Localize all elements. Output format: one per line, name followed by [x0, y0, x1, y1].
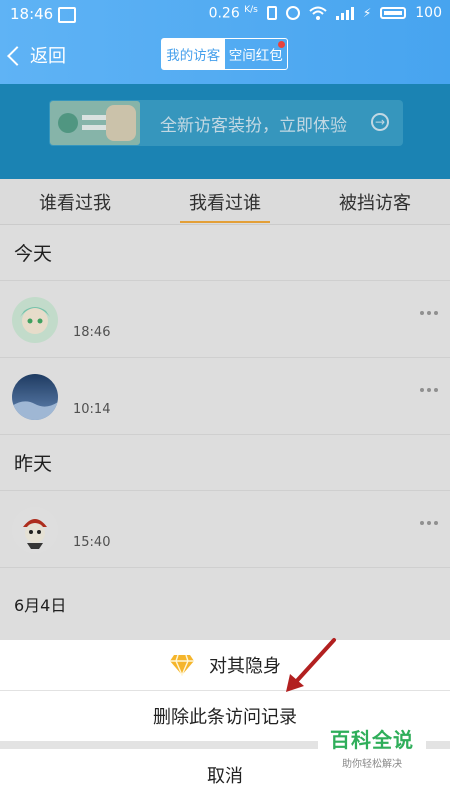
network-speed: 0.26 K/s — [208, 5, 258, 22]
status-right-group: 0.26 K/s ⚡ 100 — [209, 5, 442, 22]
diamond-icon — [170, 654, 194, 676]
alarm-icon — [285, 6, 300, 21]
charging-icon: ⚡ — [362, 6, 372, 21]
back-label: 返回 — [30, 46, 66, 67]
watermark-subtitle: 助你轻松解决 — [342, 759, 402, 770]
back-button[interactable]: 返回 — [7, 42, 66, 68]
header-bar: 18:46 0.26 K/s ⚡ 100 返回 我的访客 空间红包 — [0, 0, 450, 84]
notification-dot — [278, 41, 285, 48]
status-bar: 18:46 0.26 K/s ⚡ 100 — [0, 0, 450, 28]
battery-icon — [380, 7, 407, 20]
hide-from-user-label: 对其隐身 — [209, 656, 281, 677]
hide-from-user-option[interactable]: 对其隐身 — [0, 640, 450, 691]
action-sheet: 对其隐身 删除此条访问记录 取消 — [0, 640, 450, 800]
annotation-arrow — [286, 638, 336, 692]
cancel-label: 取消 — [207, 765, 243, 787]
segment-control: 我的访客 空间红包 — [161, 38, 288, 70]
chevron-left-icon — [7, 45, 27, 66]
battery-level: 100 — [415, 5, 442, 22]
vibrate-icon — [266, 6, 277, 21]
status-time: 18:46 — [10, 5, 54, 23]
signal-icon — [335, 6, 354, 21]
watermark-logo: 百科全说 助你轻松解决 — [318, 722, 426, 772]
dim-overlay[interactable] — [0, 84, 450, 640]
delete-record-label: 删除此条访问记录 — [153, 707, 297, 728]
message-icon — [58, 7, 76, 23]
watermark-title: 百科全说 — [330, 728, 414, 752]
segment-my-visitors[interactable]: 我的访客 — [162, 39, 225, 69]
wifi-icon — [309, 6, 327, 21]
